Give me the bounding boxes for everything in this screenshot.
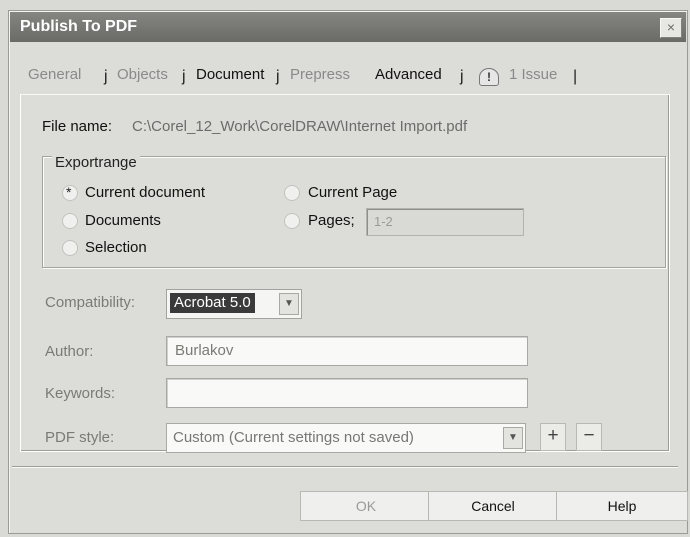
compatibility-label: Compatibility: — [45, 294, 136, 311]
tab-separator: j — [182, 68, 186, 85]
dialog-title: Publish To PDF — [20, 18, 138, 35]
radio-pages-label: Pages; — [308, 212, 355, 229]
radio-current-document-label: Current document — [85, 184, 206, 201]
export-range-legend: Exportrange — [52, 154, 140, 171]
author-label: Author: — [45, 343, 94, 360]
tab-objects[interactable]: Objects — [117, 66, 168, 83]
tab-separator: | — [573, 68, 578, 85]
pdf-style-value: Custom (Current settings not saved) — [173, 429, 414, 446]
remove-style-button[interactable]: − — [576, 423, 602, 451]
keywords-label: Keywords: — [45, 385, 116, 402]
warning-icon: ! — [479, 68, 499, 86]
pdf-style-label: PDF style: — [45, 429, 115, 446]
radio-current-page-label: Current Page — [308, 184, 398, 201]
ok-button[interactable]: OK — [300, 491, 432, 521]
tab-document[interactable]: Document — [196, 66, 264, 83]
radio-current-document[interactable] — [62, 184, 78, 201]
radio-pages[interactable] — [284, 213, 300, 229]
cancel-button[interactable]: Cancel — [428, 491, 558, 521]
radio-current-page[interactable] — [284, 185, 300, 201]
help-button[interactable]: Help — [556, 491, 688, 521]
compatibility-select[interactable]: Acrobat 5.0 ▼ — [166, 289, 302, 319]
tab-separator: j — [276, 68, 280, 85]
divider — [12, 466, 678, 467]
compatibility-value: Acrobat 5.0 — [170, 293, 255, 313]
pages-range-value: 1-2 — [374, 214, 393, 229]
chevron-down-icon[interactable]: ▼ — [279, 293, 299, 315]
add-style-button[interactable]: + — [540, 423, 566, 451]
file-name-label: File name: — [42, 118, 113, 135]
tab-general[interactable]: General — [28, 66, 81, 83]
radio-documents-label: Documents — [85, 212, 161, 229]
title-bar[interactable]: Publish To PDF × — [10, 12, 686, 42]
radio-documents[interactable] — [62, 213, 78, 229]
tab-prepress[interactable]: Prepress — [290, 66, 350, 83]
radio-selection[interactable] — [62, 240, 78, 256]
author-value: Burlakov — [175, 342, 234, 359]
pdf-style-select[interactable]: Custom (Current settings not saved) ▼ — [166, 423, 526, 453]
tab-separator: j — [460, 68, 464, 85]
close-icon[interactable]: × — [660, 18, 682, 38]
radio-selection-label: Selection — [85, 239, 147, 256]
pages-range-input[interactable]: 1-2 — [366, 208, 524, 236]
file-name-value: C:\Corel_12_Work\CorelDRAW\Internet Impo… — [132, 118, 468, 135]
tab-advanced[interactable]: Advanced — [375, 66, 442, 83]
keywords-field[interactable] — [166, 378, 528, 408]
chevron-down-icon[interactable]: ▼ — [503, 427, 523, 449]
tab-issues[interactable]: 1 Issue — [509, 66, 557, 83]
author-field[interactable]: Burlakov — [166, 336, 528, 366]
tab-separator: j — [104, 68, 108, 85]
